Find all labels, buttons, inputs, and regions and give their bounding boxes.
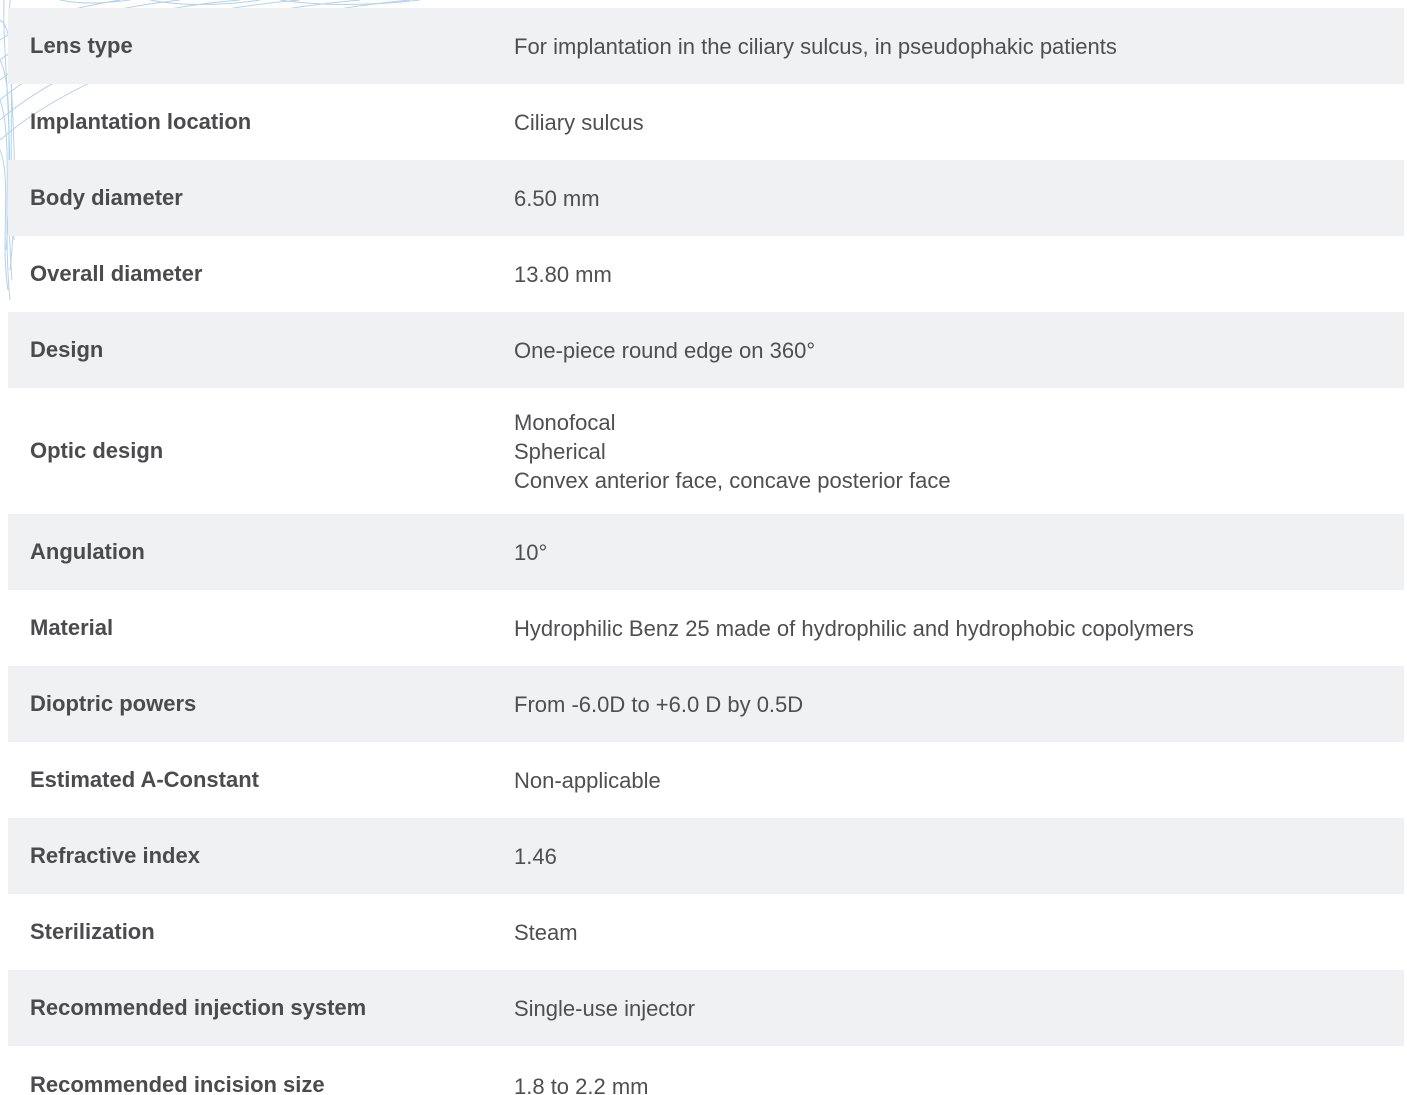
spec-value: Steam [514, 918, 1404, 947]
spec-value-line: Single-use injector [514, 995, 695, 1021]
spec-value: For implantation in the ciliary sulcus, … [514, 32, 1404, 61]
spec-page: Lens type For implantation in the ciliar… [0, 0, 1407, 1095]
spec-label: Optic design [30, 438, 164, 463]
specifications-table: Lens type For implantation in the ciliar… [8, 8, 1404, 1095]
spec-label: Design [30, 337, 104, 362]
spec-value: Monofocal Spherical Convex anterior face… [514, 408, 1404, 495]
spec-label: Material [30, 615, 114, 640]
spec-row-lens-type: Lens type For implantation in the ciliar… [8, 8, 1404, 84]
spec-value-line: 1.46 [514, 843, 557, 869]
spec-value-line: 10° [514, 539, 548, 565]
spec-value-line: 6.50 mm [514, 185, 600, 211]
spec-row-body-diameter: Body diameter 6.50 mm [8, 160, 1404, 236]
spec-value: One-piece round edge on 360° [514, 336, 1404, 365]
spec-label: Implantation location [30, 109, 252, 134]
spec-value-line: Steam [514, 919, 578, 945]
spec-label: Lens type [30, 33, 133, 58]
spec-value-line: One-piece round edge on 360° [514, 337, 816, 363]
spec-value-line: Convex anterior face, concave posterior … [514, 467, 951, 493]
spec-value: 1.8 to 2.2 mm [514, 1072, 1404, 1095]
spec-label: Estimated A-Constant [30, 767, 259, 792]
spec-value: Single-use injector [514, 994, 1404, 1023]
spec-row-recommended-injection-system: Recommended injection system Single-use … [8, 970, 1404, 1046]
spec-label: Dioptric powers [30, 691, 197, 716]
spec-value: 6.50 mm [514, 184, 1404, 213]
spec-label: Overall diameter [30, 261, 203, 286]
spec-row-optic-design: Optic design Monofocal Spherical Convex … [8, 388, 1404, 514]
spec-value-line: Monofocal [514, 409, 616, 435]
spec-label: Recommended incision size [30, 1072, 325, 1095]
spec-label: Recommended injection system [30, 995, 367, 1020]
spec-value-line: Spherical [514, 438, 606, 464]
spec-value-line: 13.80 mm [514, 261, 612, 287]
spec-label: Angulation [30, 539, 145, 564]
spec-row-angulation: Angulation 10° [8, 514, 1404, 590]
spec-value-line: Non-applicable [514, 767, 661, 793]
spec-row-estimated-a-constant: Estimated A-Constant Non-applicable [8, 742, 1404, 818]
spec-row-refractive-index: Refractive index 1.46 [8, 818, 1404, 894]
spec-value-line: For implantation in the ciliary sulcus, … [514, 33, 1117, 59]
spec-row-sterilization: Sterilization Steam [8, 894, 1404, 970]
spec-value: Ciliary sulcus [514, 108, 1404, 137]
spec-value-line: From -6.0D to +6.0 D by 0.5D [514, 691, 804, 717]
spec-value: 10° [514, 538, 1404, 567]
spec-label: Body diameter [30, 185, 183, 210]
spec-row-recommended-incision-size: Recommended incision size 1.8 to 2.2 mm [8, 1046, 1404, 1095]
spec-row-overall-diameter: Overall diameter 13.80 mm [8, 236, 1404, 312]
spec-value-line: Hydrophilic Benz 25 made of hydrophilic … [514, 615, 1194, 641]
spec-value-line: 1.8 to 2.2 mm [514, 1074, 649, 1095]
spec-value: 1.46 [514, 842, 1404, 871]
spec-value: 13.80 mm [514, 260, 1404, 289]
spec-row-material: Material Hydrophilic Benz 25 made of hyd… [8, 590, 1404, 666]
spec-value: Non-applicable [514, 766, 1404, 795]
spec-value-line: Ciliary sulcus [514, 109, 644, 135]
spec-row-dioptric-powers: Dioptric powers From -6.0D to +6.0 D by … [8, 666, 1404, 742]
spec-value: From -6.0D to +6.0 D by 0.5D [514, 690, 1404, 719]
spec-label: Sterilization [30, 919, 155, 944]
spec-value: Hydrophilic Benz 25 made of hydrophilic … [514, 614, 1404, 643]
spec-label: Refractive index [30, 843, 200, 868]
spec-row-implantation-location: Implantation location Ciliary sulcus [8, 84, 1404, 160]
spec-row-design: Design One-piece round edge on 360° [8, 312, 1404, 388]
